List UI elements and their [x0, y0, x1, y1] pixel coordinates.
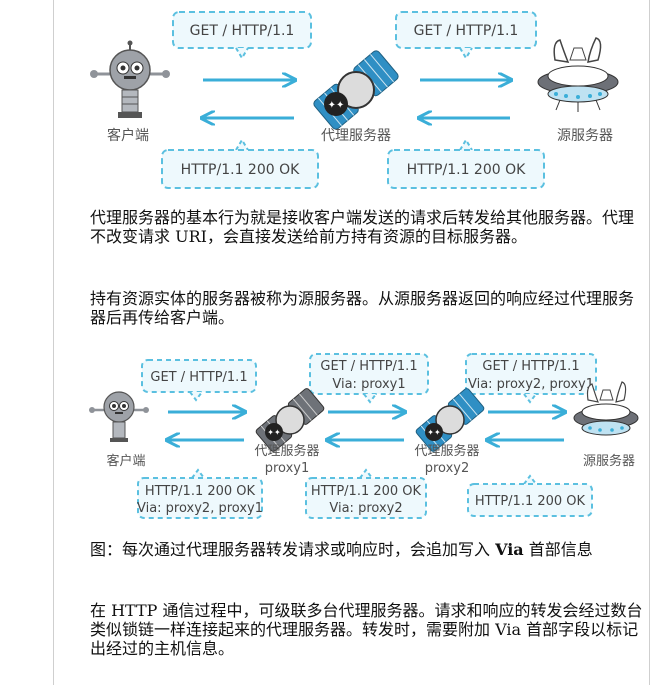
proxy2-server-icon: ✦✦ [415, 388, 485, 452]
response-2-line2: Via: proxy2 [329, 501, 402, 516]
paragraph-proxy-chain: 在 HTTP 通信过程中，可级联多台代理服务器。请求和响应的转发会经过数台类似锁… [90, 601, 643, 658]
response-bubble-1: HTTP/1.1 200 OK Via: proxy2, proxy1 [137, 468, 263, 519]
request-text-left: GET / HTTP/1.1 [190, 23, 295, 39]
paragraph-proxy-behavior: 代理服务器的基本行为就是接收客户端发送的请求后转发给其他服务器。代理不改变请求 … [90, 208, 635, 246]
response-1-line1: HTTP/1.1 200 OK [145, 484, 256, 499]
response-bubble-3: HTTP/1.1 200 OK [467, 474, 593, 517]
proxy1-server-icon: ✦✦ [255, 388, 325, 452]
request-1-text: GET / HTTP/1.1 [150, 370, 247, 385]
svg-text:✦✦: ✦✦ [427, 428, 441, 437]
request-bubble-1: GET / HTTP/1.1 [141, 359, 257, 402]
request-bubble-left: GET / HTTP/1.1 [172, 11, 312, 60]
request-2-line1: GET / HTTP/1.1 [320, 359, 417, 374]
chain-client-label: 客户端 [106, 453, 145, 469]
response-bubble-left: HTTP/1.1 200 OK [161, 138, 319, 189]
response-1-line2: Via: proxy2, proxy1 [137, 501, 263, 516]
response-text-right: HTTP/1.1 200 OK [407, 162, 526, 178]
response-bubble-right: HTTP/1.1 200 OK [387, 138, 545, 189]
request-3-line1: GET / HTTP/1.1 [482, 359, 579, 374]
caption-suffix: 首部信息 [523, 540, 593, 559]
proxy-chain-diagram: GET / HTTP/1.1 GET / HTTP/1.1 Via: proxy… [89, 353, 639, 519]
proxy2-label-line1: 代理服务器 [414, 443, 479, 459]
request-text-right: GET / HTTP/1.1 [414, 23, 519, 39]
proxy2-label-line2: proxy2 [425, 461, 470, 476]
client-label: 客户端 [107, 127, 149, 144]
response-2-line1: HTTP/1.1 200 OK [311, 484, 422, 499]
proxy-basic-diagram: GET / HTTP/1.1 GET / HTTP/1.1 HTTP/1.1 2… [90, 11, 619, 189]
proxy-label: 代理服务器 [321, 128, 391, 144]
caption-prefix: 图：每次通过代理服务器转发请求或响应时，会追加写入 [90, 540, 496, 559]
proxy1-label-line1: 代理服务器 [254, 443, 319, 459]
request-2-line2: Via: proxy1 [332, 377, 405, 392]
paragraph-origin-server: 持有资源实体的服务器被称为源服务器。从源服务器返回的响应经过代理服务器后再传给客… [90, 289, 635, 327]
proxy1-label-line2: proxy1 [265, 461, 310, 476]
response-3-text: HTTP/1.1 200 OK [475, 494, 586, 509]
proxy-server-icon: ✦✦ [313, 50, 399, 130]
client-robot-icon [90, 40, 170, 118]
origin-server-icon [537, 37, 619, 112]
caption-bold-via: Via [495, 540, 524, 559]
response-bubble-2: HTTP/1.1 200 OK Via: proxy2 [305, 468, 427, 519]
request-bubble-2: GET / HTTP/1.1 Via: proxy1 [309, 353, 429, 404]
svg-text:✦✦: ✦✦ [328, 100, 345, 111]
response-text-left: HTTP/1.1 200 OK [181, 162, 300, 178]
request-bubble-right: GET / HTTP/1.1 [395, 11, 537, 60]
request-3-line2: Via: proxy2, proxy1 [468, 377, 594, 392]
svg-text:✦✦: ✦✦ [267, 428, 281, 437]
figure-caption: 图：每次通过代理服务器转发请求或响应时，会追加写入 Via 首部信息 [90, 540, 646, 559]
chain-client-robot-icon [89, 391, 149, 442]
chain-origin-label: 源服务器 [583, 453, 635, 469]
request-bubble-3: GET / HTTP/1.1 Via: proxy2, proxy1 [465, 353, 597, 404]
origin-label: 源服务器 [557, 128, 613, 144]
